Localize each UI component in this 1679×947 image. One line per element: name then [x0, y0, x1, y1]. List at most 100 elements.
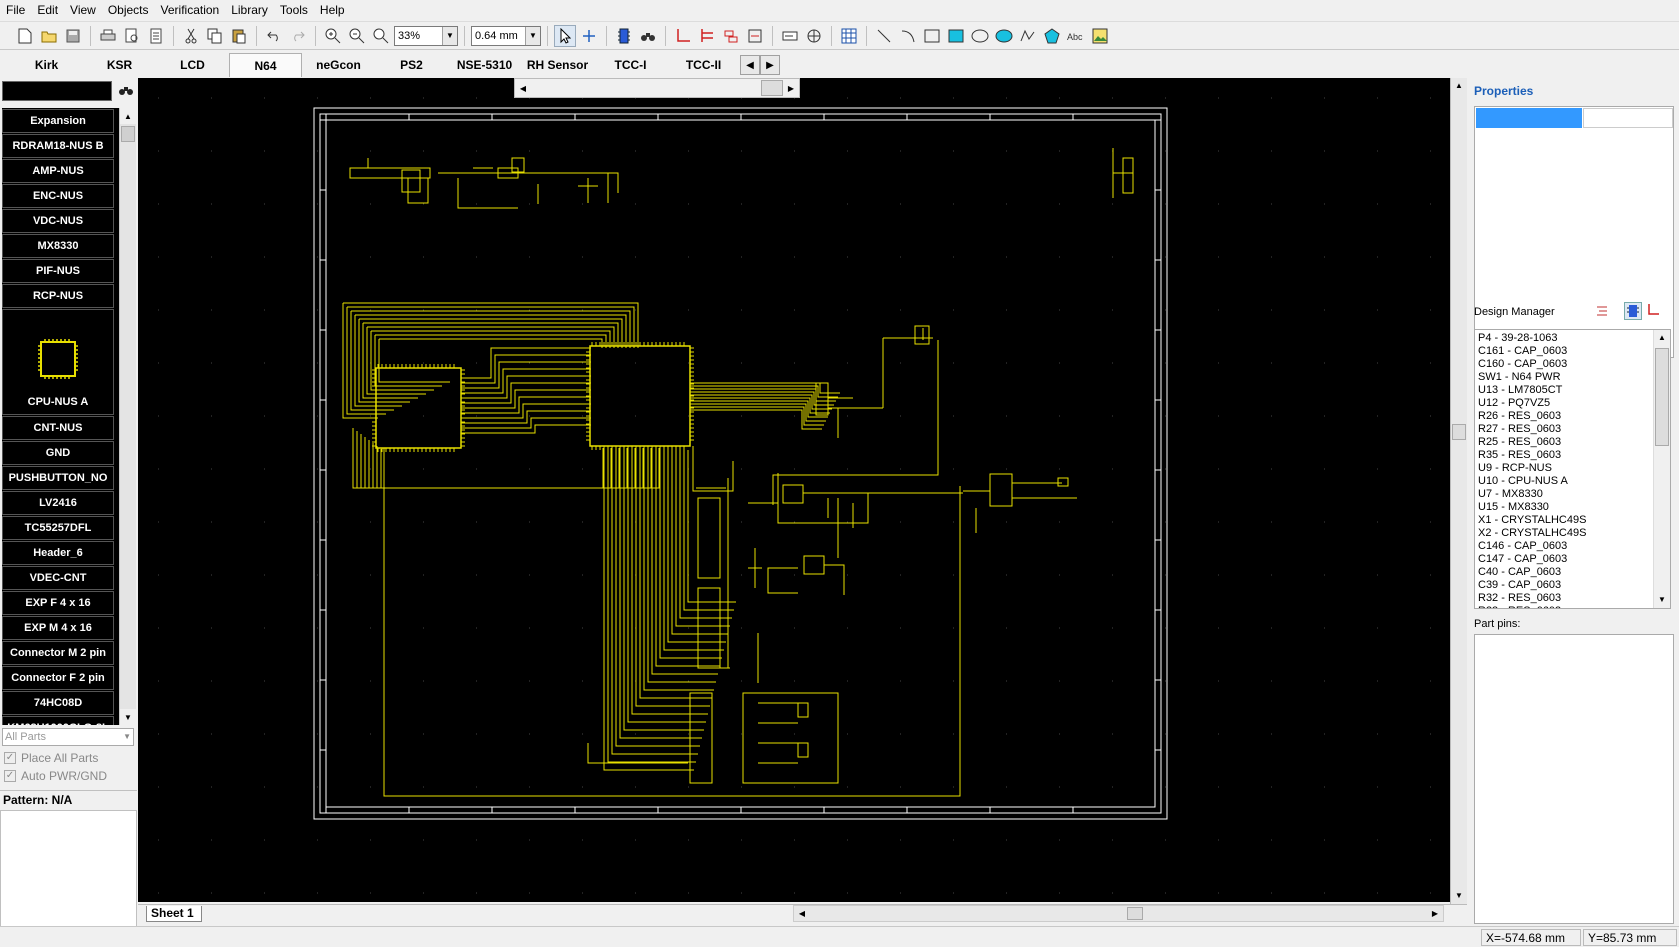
zoom-fit-icon[interactable]: [370, 25, 392, 47]
tab-scroll-left-icon[interactable]: ◀: [740, 55, 760, 75]
tab-kirk[interactable]: Kirk: [10, 53, 83, 77]
part-item[interactable]: RCP-NUS: [2, 284, 114, 308]
port-icon[interactable]: [744, 25, 766, 47]
menu-file[interactable]: File: [0, 0, 31, 21]
scroll-thumb[interactable]: [121, 126, 135, 142]
nets-view-icon[interactable]: [1647, 303, 1661, 320]
property-row-selected[interactable]: [1476, 108, 1582, 128]
design-item[interactable]: X1 - CRYSTALHC49S: [1475, 514, 1670, 527]
design-item[interactable]: C160 - CAP_0603: [1475, 358, 1670, 371]
design-item[interactable]: R33 - RES_0603: [1475, 605, 1670, 608]
page-icon[interactable]: [145, 25, 167, 47]
undo-icon[interactable]: [263, 25, 285, 47]
tab-tcc-ii[interactable]: TCC-II: [667, 53, 740, 77]
menu-verification[interactable]: Verification: [155, 0, 226, 21]
chevron-down-icon[interactable]: ▼: [123, 729, 131, 745]
tab-ps2[interactable]: PS2: [375, 53, 448, 77]
new-file-icon[interactable]: [14, 25, 36, 47]
wire-icon[interactable]: [672, 25, 694, 47]
tab-scrollbar[interactable]: ◀ ▶: [514, 78, 800, 98]
tab-ksr[interactable]: KSR: [83, 53, 156, 77]
scroll-right-icon[interactable]: ▶: [1427, 906, 1443, 921]
part-item[interactable]: Header_6: [2, 541, 114, 565]
chevron-down-icon[interactable]: ▼: [442, 26, 457, 45]
design-list-scrollbar[interactable]: ▲ ▼: [1653, 330, 1670, 608]
auto-pwr-checkbox[interactable]: ✓ Auto PWR/GND: [4, 769, 107, 783]
polygon-icon[interactable]: [1041, 25, 1063, 47]
tab-nse-5310[interactable]: NSE-5310: [448, 53, 521, 77]
scroll-thumb[interactable]: [1655, 348, 1669, 446]
tab-lcd[interactable]: LCD: [156, 53, 229, 77]
zoom-in-icon[interactable]: [322, 25, 344, 47]
tab-scroll-right-icon[interactable]: ▶: [760, 55, 780, 75]
part-item[interactable]: EXP F 4 x 16: [2, 591, 114, 615]
open-folder-icon[interactable]: [38, 25, 60, 47]
scroll-down-icon[interactable]: ▼: [1451, 888, 1467, 904]
design-item[interactable]: C146 - CAP_0603: [1475, 540, 1670, 553]
print-icon[interactable]: [97, 25, 119, 47]
design-item[interactable]: P4 - 39-28-1063: [1475, 332, 1670, 345]
part-item[interactable]: PIF-NUS: [2, 259, 114, 283]
part-item[interactable]: CNT-NUS: [2, 416, 114, 440]
crosshair-icon[interactable]: [578, 25, 600, 47]
net-label-icon[interactable]: [720, 25, 742, 47]
filled-rectangle-icon[interactable]: [945, 25, 967, 47]
part-item[interactable]: Connector M 2 pin: [2, 641, 114, 665]
power-icon[interactable]: [803, 25, 825, 47]
tab-negcon[interactable]: neGcon: [302, 53, 375, 77]
properties-grid[interactable]: [1474, 106, 1674, 358]
part-item[interactable]: TC55257DFL: [2, 516, 114, 540]
copy-icon[interactable]: [204, 25, 226, 47]
part-item[interactable]: 74HC08D: [2, 691, 114, 715]
design-item[interactable]: R26 - RES_0603: [1475, 410, 1670, 423]
part-item[interactable]: PUSHBUTTON_NO: [2, 466, 114, 490]
design-item[interactable]: C161 - CAP_0603: [1475, 345, 1670, 358]
tab-n64[interactable]: N64: [229, 53, 302, 77]
scroll-thumb[interactable]: [1127, 907, 1143, 920]
part-pins-list[interactable]: [1474, 634, 1674, 924]
search-binoculars-icon[interactable]: [118, 83, 134, 100]
place-part-icon[interactable]: [613, 25, 635, 47]
part-item[interactable]: LV2416: [2, 491, 114, 515]
menu-help[interactable]: Help: [314, 0, 351, 21]
part-item[interactable]: MX8330: [2, 234, 114, 258]
part-item[interactable]: RDRAM18-NUS B: [2, 134, 114, 158]
selected-part[interactable]: CPU-NUS A: [2, 309, 114, 415]
place-all-checkbox[interactable]: ✓ Place All Parts: [4, 751, 98, 765]
scroll-left-icon[interactable]: ◀: [515, 79, 531, 97]
scroll-thumb[interactable]: [761, 80, 783, 96]
menu-view[interactable]: View: [64, 0, 102, 21]
design-item[interactable]: C39 - CAP_0603: [1475, 579, 1670, 592]
part-item[interactable]: ENC-NUS: [2, 184, 114, 208]
arc-icon[interactable]: [897, 25, 919, 47]
design-item[interactable]: X2 - CRYSTALHC49S: [1475, 527, 1670, 540]
canvas-vertical-scrollbar[interactable]: ▲ ▼: [1450, 78, 1467, 904]
cut-icon[interactable]: [180, 25, 202, 47]
line-icon[interactable]: [873, 25, 895, 47]
menu-edit[interactable]: Edit: [31, 0, 64, 21]
schematic-canvas[interactable]: [138, 78, 1450, 902]
part-item[interactable]: AMP-NUS: [2, 159, 114, 183]
schematic-drawing[interactable]: [138, 78, 1450, 902]
part-item[interactable]: Expansion: [2, 109, 114, 133]
scroll-right-icon[interactable]: ▶: [783, 79, 799, 97]
scroll-up-icon[interactable]: ▲: [120, 108, 136, 124]
tab-sheet-1[interactable]: Sheet 1: [146, 906, 202, 922]
filled-ellipse-icon[interactable]: [993, 25, 1015, 47]
canvas-horizontal-scrollbar[interactable]: ◀ ▶: [793, 905, 1444, 922]
rectangle-icon[interactable]: [921, 25, 943, 47]
design-manager-list[interactable]: P4 - 39-28-1063 C161 - CAP_0603 C160 - CAP…: [1474, 329, 1671, 609]
design-item[interactable]: U12 - PQ7VZ5: [1475, 397, 1670, 410]
print-preview-icon[interactable]: [121, 25, 143, 47]
scroll-up-icon[interactable]: ▲: [1654, 330, 1670, 346]
paste-icon[interactable]: [228, 25, 250, 47]
part-item[interactable]: KM68U1000CLG-8L: [2, 716, 114, 725]
menu-library[interactable]: Library: [225, 0, 274, 21]
part-item[interactable]: VDC-NUS: [2, 209, 114, 233]
design-item[interactable]: U15 - MX8330: [1475, 501, 1670, 514]
redo-icon[interactable]: [287, 25, 309, 47]
design-item[interactable]: R27 - RES_0603: [1475, 423, 1670, 436]
part-filter-select[interactable]: All Parts ▼: [2, 728, 134, 746]
parts-view-icon[interactable]: [1624, 302, 1642, 320]
design-item[interactable]: U7 - MX8330: [1475, 488, 1670, 501]
